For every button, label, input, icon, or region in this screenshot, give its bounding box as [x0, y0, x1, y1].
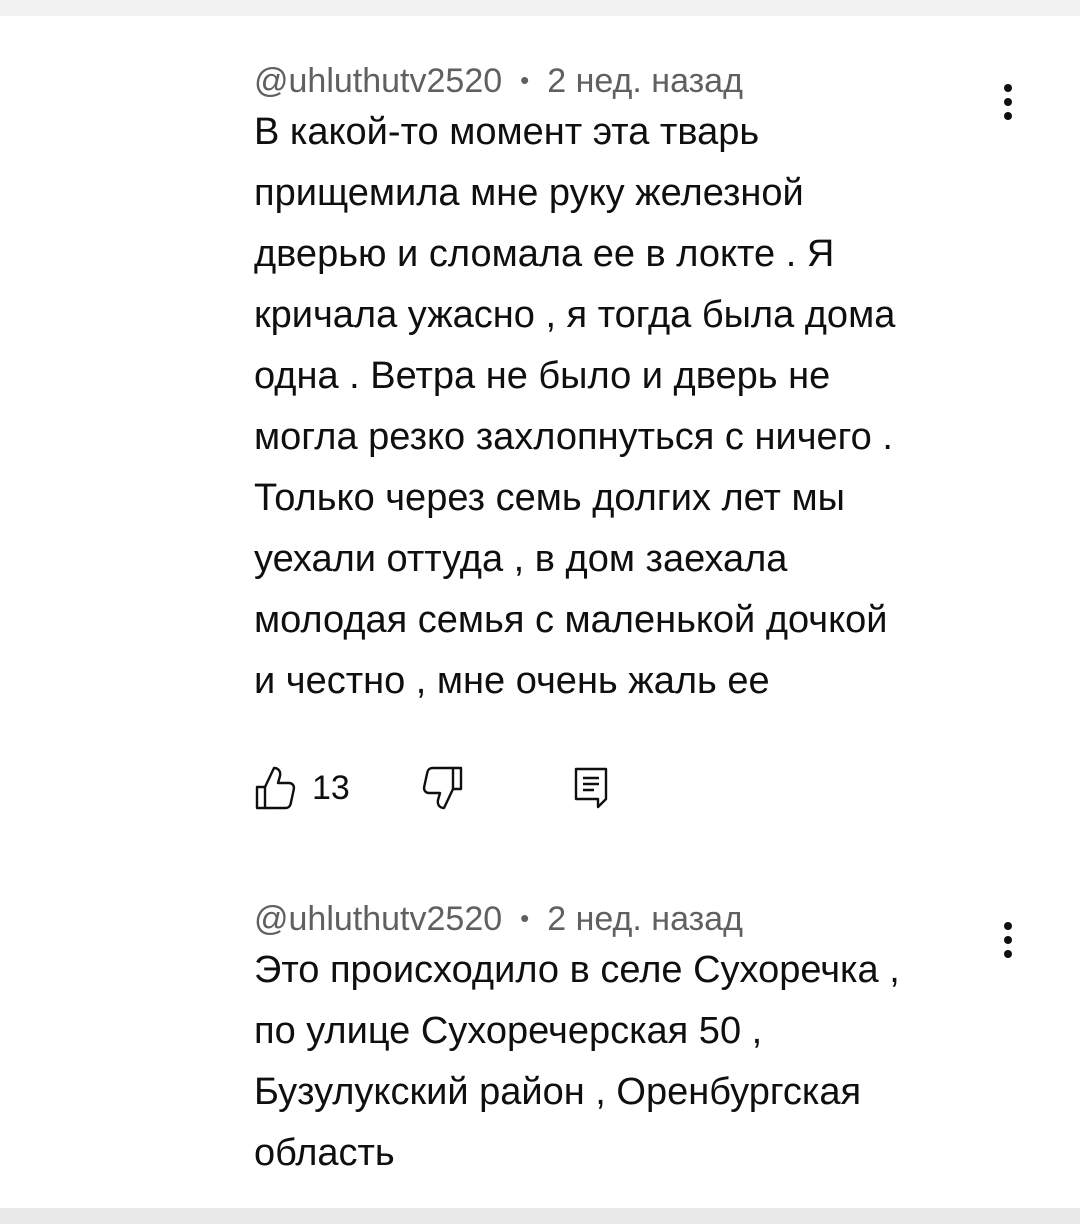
- thumb-up-icon: [255, 766, 296, 810]
- comment-actions: 13: [254, 760, 674, 816]
- comment-text-line: Это происходило в селе Сухоречка ,: [254, 949, 900, 991]
- comment-item: @uhluthutv2520 • 2 нед. назад Это происход…: [254, 898, 994, 1184]
- more-vertical-icon: [1004, 936, 1012, 944]
- comment-text-line: молодая семья с маленькой дочкой: [254, 599, 888, 641]
- comments-panel: @uhluthutv2520 • 2 нед. назад В какой-то м…: [0, 16, 1080, 1208]
- comment-item: @uhluthutv2520 • 2 нед. назад В какой-то м…: [254, 60, 994, 712]
- comment-menu-button[interactable]: [988, 78, 1028, 126]
- comment-text-line: Только через семь долгих лет мы: [254, 477, 845, 519]
- comment-text-line: область: [254, 1132, 395, 1174]
- comment-text-line: В какой-то момент эта тварь: [254, 111, 760, 153]
- reply-button[interactable]: [572, 760, 612, 816]
- comment-text-line: прищемила мне руку железной: [254, 172, 804, 214]
- comment-menu-button[interactable]: [988, 916, 1028, 964]
- more-vertical-icon: [1004, 84, 1012, 92]
- meta-separator: •: [520, 903, 530, 933]
- thumb-down-icon: [422, 766, 463, 810]
- more-vertical-icon: [1004, 98, 1012, 106]
- comment-text: Это происходило в селе Сухоречка , по ул…: [254, 940, 994, 1184]
- more-vertical-icon: [1004, 112, 1012, 120]
- comment-author[interactable]: @uhluthutv2520: [254, 62, 502, 100]
- comment-text-line: кричала ужасно , я тогда была дома: [254, 294, 896, 336]
- comment-text-line: Бузулукский район , Оренбургская: [254, 1071, 862, 1113]
- comment-time: 2 нед. назад: [547, 900, 743, 938]
- comment-text-line: по улице Сухоречерская 50 ,: [254, 1010, 763, 1052]
- comment-author[interactable]: @uhluthutv2520: [254, 900, 502, 938]
- comment-text-line: уехали оттуда , в дом заехала: [254, 538, 788, 580]
- comment-text: В какой-то момент эта тварь прищемила мн…: [254, 102, 994, 712]
- more-vertical-icon: [1004, 950, 1012, 958]
- comment-text-line: могла резко захлопнуться с ничего .: [254, 416, 893, 458]
- like-count: 13: [312, 768, 350, 807]
- comment-meta: @uhluthutv2520 • 2 нед. назад: [254, 60, 994, 100]
- comment-text-line: и честно , мне очень жаль ее: [254, 660, 770, 702]
- like-button[interactable]: 13: [254, 760, 350, 816]
- bottom-edge: [0, 1208, 1080, 1224]
- meta-separator: •: [520, 65, 530, 95]
- comment-time: 2 нед. назад: [547, 62, 743, 100]
- comment-text-line: дверью и сломала ее в локте . Я: [254, 233, 835, 275]
- more-vertical-icon: [1004, 922, 1012, 930]
- reply-comment-icon: [574, 767, 608, 809]
- comment-meta: @uhluthutv2520 • 2 нед. назад: [254, 898, 994, 938]
- comment-text-line: одна . Ветра не было и дверь не: [254, 355, 831, 397]
- dislike-button[interactable]: [422, 760, 464, 816]
